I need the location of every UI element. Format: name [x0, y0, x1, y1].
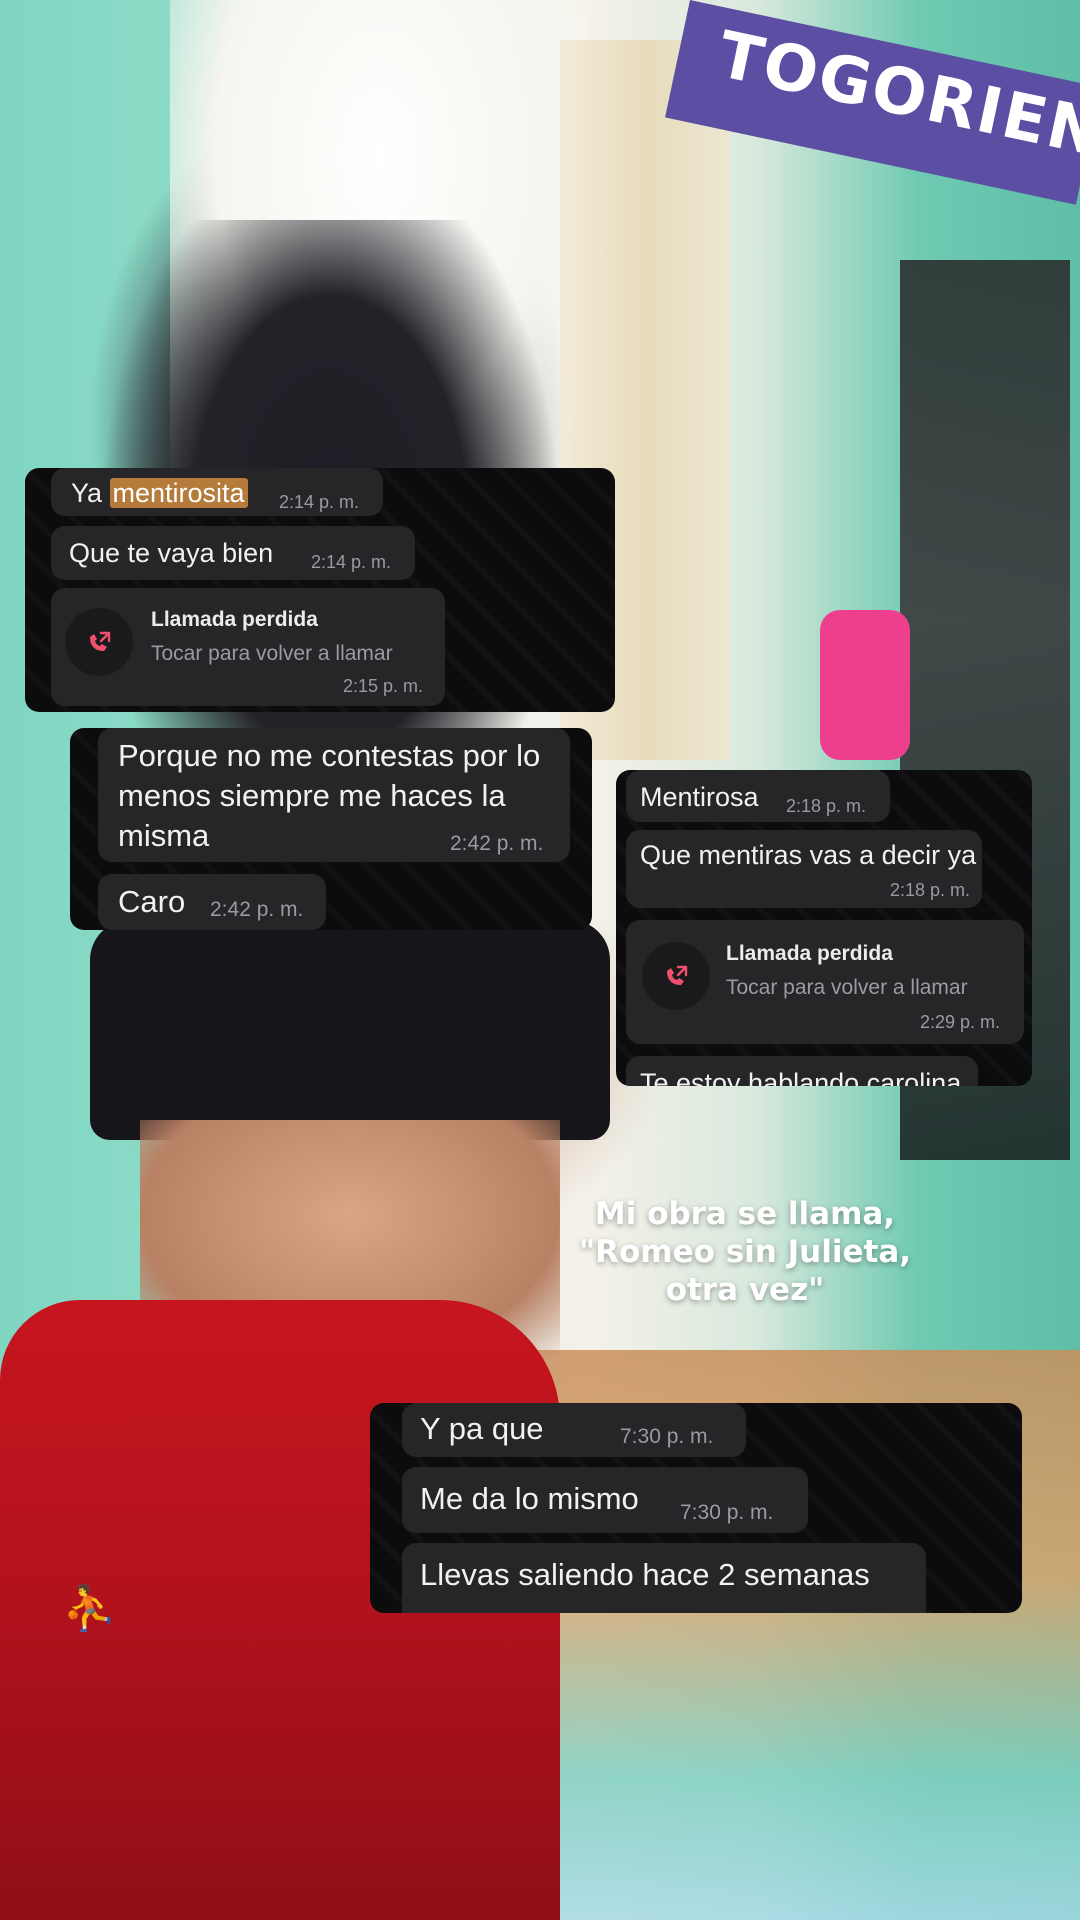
chat-screenshot-3: Mentirosa 2:18 p. m. Que mentiras vas a … — [616, 770, 1032, 1086]
story-canvas: TOGORIEN ⛹ Ya mentirosita 2:14 p. m. Que… — [0, 0, 1080, 1920]
message-bubble-partial: Te estoy hablando carolina — [626, 1056, 978, 1086]
missed-call-icon — [642, 942, 710, 1010]
message-bubble: Porque no me contestas por lo menos siem… — [98, 728, 570, 862]
message-text: Ya mentirosita — [71, 478, 248, 509]
background-banner-text: TOGORIEN — [711, 18, 1080, 172]
call-subtitle: Tocar para volver a llamar — [726, 976, 968, 999]
chat-screenshot-2: Porque no me contestas por lo menos siem… — [70, 728, 592, 930]
message-line: menos siempre me haces la — [118, 778, 506, 813]
caption-line: otra vez" — [665, 1272, 825, 1308]
message-text: Caro — [118, 884, 186, 919]
message-bubble: Me da lo mismo 7:30 p. m. — [402, 1467, 808, 1533]
message-text: Mentirosa — [640, 782, 759, 812]
message-time: 7:30 p. m. — [680, 1501, 774, 1524]
message-text: Llevas saliendo hace 2 semanas — [420, 1557, 870, 1592]
message-time: 2:15 p. m. — [343, 676, 424, 696]
message-time: 7:30 p. m. — [620, 1425, 714, 1448]
message-bubble-partial: Llevas saliendo hace 2 semanas — [402, 1543, 926, 1613]
missed-call-bubble[interactable]: Llamada perdida Tocar para volver a llam… — [626, 920, 1024, 1044]
story-caption: Mi obra se llama, "Romeo sin Julieta, ot… — [560, 1195, 930, 1309]
missed-call-bubble[interactable]: Llamada perdida Tocar para volver a llam… — [51, 588, 445, 706]
search-highlight: mentirosita — [109, 478, 248, 508]
caption-line: Mi obra se llama, — [594, 1196, 896, 1232]
message-text: Me da lo mismo — [420, 1481, 639, 1516]
message-bubble: Mentirosa 2:18 p. m. — [626, 770, 890, 822]
chat-screenshot-1: Ya mentirosita 2:14 p. m. Que te vaya bi… — [25, 468, 615, 712]
message-bubble: Que te vaya bien 2:14 p. m. — [51, 526, 415, 580]
caption-line: "Romeo sin Julieta, — [578, 1234, 912, 1270]
message-bubble: Y pa que 7:30 p. m. — [402, 1403, 746, 1457]
call-subtitle: Tocar para volver a llamar — [151, 642, 393, 665]
chat-screenshot-4: Y pa que 7:30 p. m. Me da lo mismo 7:30 … — [370, 1403, 1022, 1613]
background-pink-item — [820, 610, 910, 760]
jumpman-logo-icon: ⛹ — [62, 1584, 117, 1633]
message-time: 2:14 p. m. — [279, 492, 360, 512]
message-time: 2:42 p. m. — [450, 832, 544, 855]
message-text: Que te vaya bien — [69, 538, 274, 568]
message-time: 2:42 p. m. — [210, 898, 304, 921]
background-person-top — [90, 920, 610, 1140]
message-line: Porque no me contestas por lo — [118, 738, 541, 773]
message-text: Te estoy hablando carolina — [640, 1068, 962, 1086]
message-text: Y pa que — [420, 1411, 544, 1446]
call-title: Llamada perdida — [726, 942, 893, 965]
message-time: 2:29 p. m. — [920, 1012, 1001, 1032]
message-time: 2:14 p. m. — [311, 552, 392, 572]
message-time: 2:18 p. m. — [890, 880, 971, 900]
message-bubble: Que mentiras vas a decir ya 2:18 p. m. — [626, 830, 982, 908]
message-line: misma — [118, 818, 210, 853]
message-text: Que mentiras vas a decir ya — [640, 840, 977, 870]
missed-call-icon — [65, 608, 133, 676]
message-bubble: Ya mentirosita 2:14 p. m. — [51, 468, 383, 516]
call-title: Llamada perdida — [151, 608, 318, 631]
message-bubble: Caro 2:42 p. m. — [98, 874, 326, 930]
message-time: 2:18 p. m. — [786, 796, 867, 816]
